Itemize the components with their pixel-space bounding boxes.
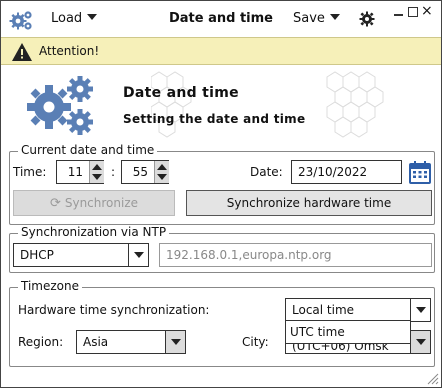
region-value: Asia	[83, 335, 109, 349]
region-label: Region:	[18, 335, 64, 349]
chevron-down-icon[interactable]	[128, 244, 148, 266]
current-date-time-legend: Current date and time	[18, 143, 158, 157]
header-subtitle: Setting the date and time	[123, 112, 306, 126]
chevron-down-icon	[329, 14, 340, 20]
hw-sync-option-utc: UTC time	[290, 325, 345, 339]
hour-spin-icon[interactable]	[89, 161, 104, 183]
hour-stepper[interactable]: 11	[56, 160, 104, 184]
settings-gear-icon[interactable]	[359, 11, 375, 27]
attention-text: Attention!	[39, 44, 100, 58]
maximize-icon[interactable]	[408, 7, 418, 17]
minute-spin-icon[interactable]	[154, 161, 169, 183]
calendar-icon[interactable]	[409, 160, 431, 184]
header-title: Date and time	[123, 85, 239, 101]
date-value: 23/10/2022	[298, 165, 368, 179]
attention-bar: Attention!	[1, 37, 441, 65]
ntp-mode-select[interactable]: DHCP	[13, 243, 149, 267]
save-label: Save	[293, 11, 325, 26]
minute-value: 55	[132, 165, 148, 179]
synchronize-hardware-time-button[interactable]: Synchronize hardware time	[186, 190, 432, 216]
date-label: Date:	[250, 165, 283, 179]
date-field[interactable]: 23/10/2022	[291, 160, 402, 184]
synchronize-button[interactable]: ⟳ Synchronize	[13, 190, 175, 216]
hexagon-pattern	[151, 71, 384, 138]
gears-icon	[27, 76, 93, 135]
ntp-mode-value: DHCP	[20, 248, 54, 262]
chevron-down-icon[interactable]	[165, 331, 185, 353]
region-select[interactable]: Asia	[76, 330, 186, 354]
title-bar: Load Date and time Save ×	[1, 1, 441, 37]
synchronize-hardware-time-label: Synchronize hardware time	[226, 196, 392, 210]
hw-sync-select[interactable]: Local time	[285, 298, 431, 322]
minimize-icon[interactable]	[394, 7, 404, 17]
ntp-legend: Synchronization via NTP	[18, 225, 170, 239]
hw-sync-label: Hardware time synchronization:	[18, 303, 210, 317]
minute-stepper[interactable]: 55	[121, 160, 169, 184]
ntp-servers-field[interactable]: 192.168.0.1,europa.ntp.org	[159, 243, 432, 267]
chevron-down-icon[interactable]	[410, 331, 430, 353]
window: Load Date and time Save × Attention! Dat…	[0, 0, 442, 388]
time-label: Time:	[13, 165, 47, 179]
ntp-servers-value: 192.168.0.1,europa.ntp.org	[166, 248, 332, 262]
close-icon[interactable]: ×	[421, 4, 433, 18]
time-separator: :	[111, 165, 116, 179]
city-label: City:	[242, 335, 269, 349]
chevron-down-icon[interactable]	[410, 299, 430, 321]
hw-sync-dropdown-option[interactable]: UTC time	[285, 320, 411, 344]
timezone-legend: Timezone	[18, 279, 82, 293]
resize-grip-icon[interactable]	[425, 371, 439, 385]
save-menu[interactable]: Save	[293, 11, 340, 26]
hw-sync-value: Local time	[292, 303, 355, 317]
window-title: Date and time	[168, 11, 273, 26]
synchronize-label: Synchronize	[64, 196, 139, 210]
refresh-icon: ⟳	[49, 196, 61, 211]
warning-icon	[12, 43, 32, 61]
hour-value: 11	[67, 165, 83, 179]
